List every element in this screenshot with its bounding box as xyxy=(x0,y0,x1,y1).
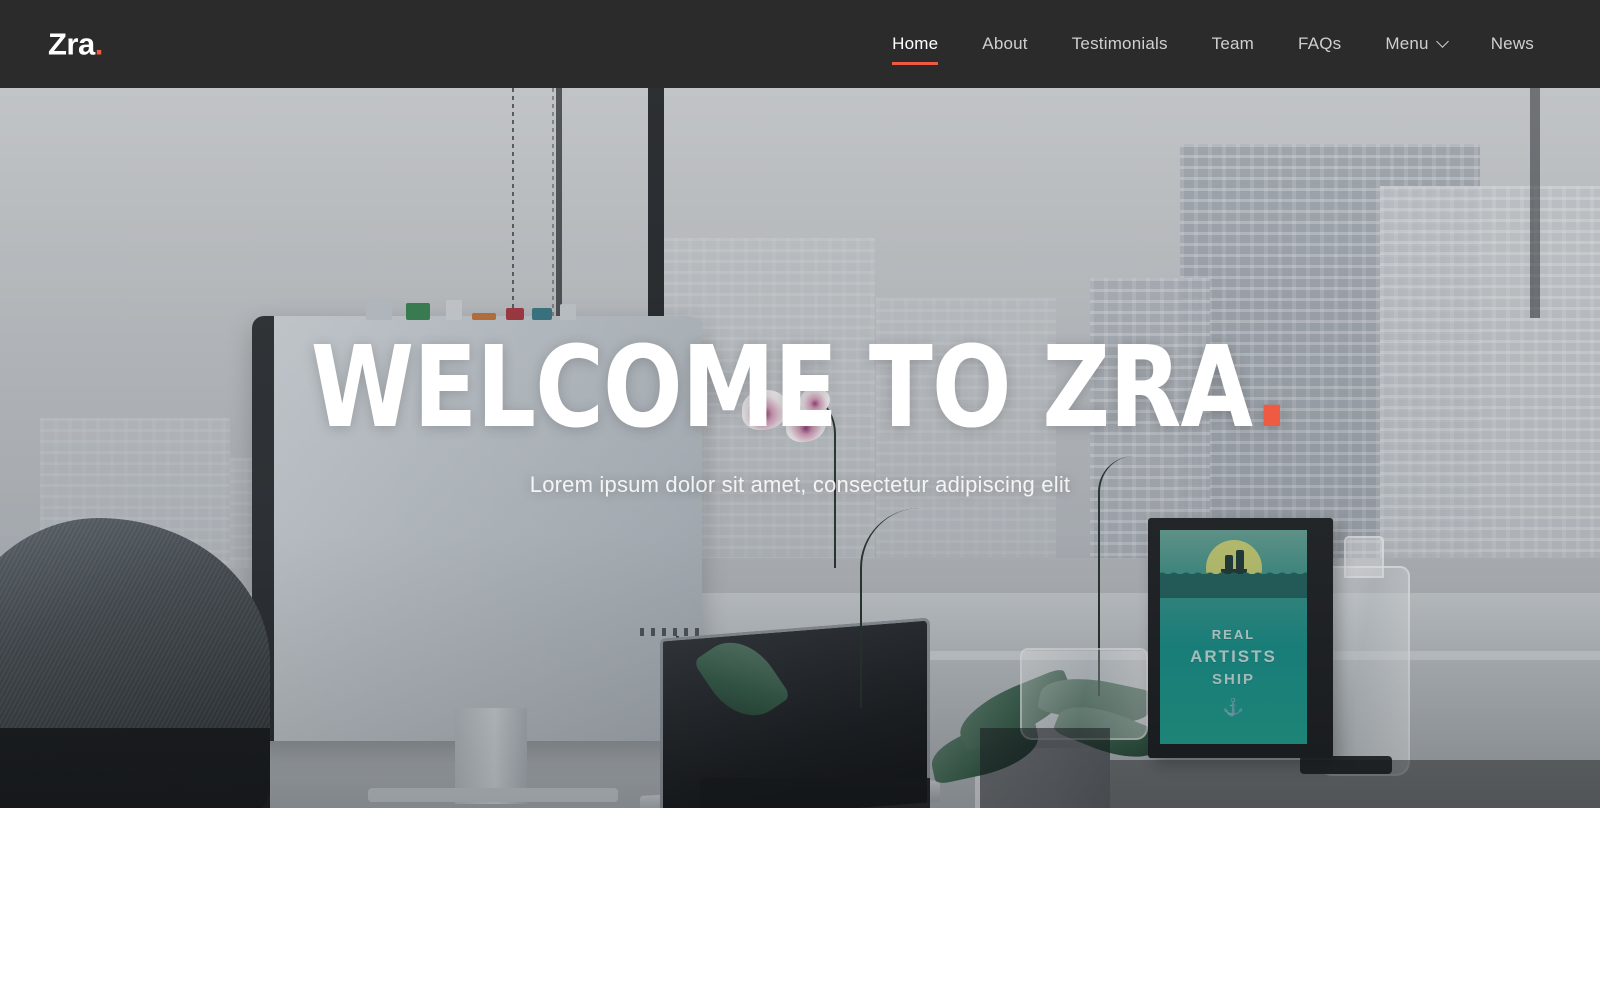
logo-dot: . xyxy=(94,26,104,62)
hero-content: Welcome to Zra. Lorem ipsum dolor sit am… xyxy=(0,88,1600,808)
hero-title: Welcome to Zra. xyxy=(311,332,1290,444)
active-nav-underline xyxy=(892,62,939,65)
content-section-below-hero xyxy=(0,808,1600,1000)
hero-title-dot: . xyxy=(1254,323,1290,453)
nav-item-testimonials[interactable]: Testimonials xyxy=(1050,0,1190,88)
nav-item-menu[interactable]: Menu xyxy=(1363,0,1468,88)
nav-label-faqs: FAQs xyxy=(1298,34,1342,53)
nav-item-team[interactable]: Team xyxy=(1190,0,1276,88)
hero-section: REAL ARTISTS SHIP ⚓ Welcome to Zra. Lore… xyxy=(0,88,1600,808)
nav-item-home[interactable]: Home xyxy=(870,0,960,88)
nav-item-faqs[interactable]: FAQs xyxy=(1276,0,1363,88)
nav-item-about[interactable]: About xyxy=(960,0,1049,88)
nav-label-about: About xyxy=(982,34,1028,53)
chevron-down-icon xyxy=(1435,34,1449,48)
hero-subtitle: Lorem ipsum dolor sit amet, consectetur … xyxy=(529,472,1071,497)
logo-text: Zra xyxy=(48,26,95,62)
main-navigation: Home About Testimonials Team FAQs Menu N… xyxy=(870,0,1556,88)
hero-title-text: Welcome to Zra xyxy=(311,323,1255,453)
nav-item-news[interactable]: News xyxy=(1469,0,1556,88)
nav-label-menu: Menu xyxy=(1385,34,1429,53)
logo[interactable]: Zra. xyxy=(48,29,103,60)
nav-label-news: News xyxy=(1490,34,1534,53)
site-header: Zra. Home About Testimonials Team FAQs M… xyxy=(0,0,1600,88)
nav-label-testimonials: Testimonials xyxy=(1071,34,1168,53)
nav-label-home: Home xyxy=(892,34,939,53)
nav-label-team: Team xyxy=(1211,34,1255,53)
